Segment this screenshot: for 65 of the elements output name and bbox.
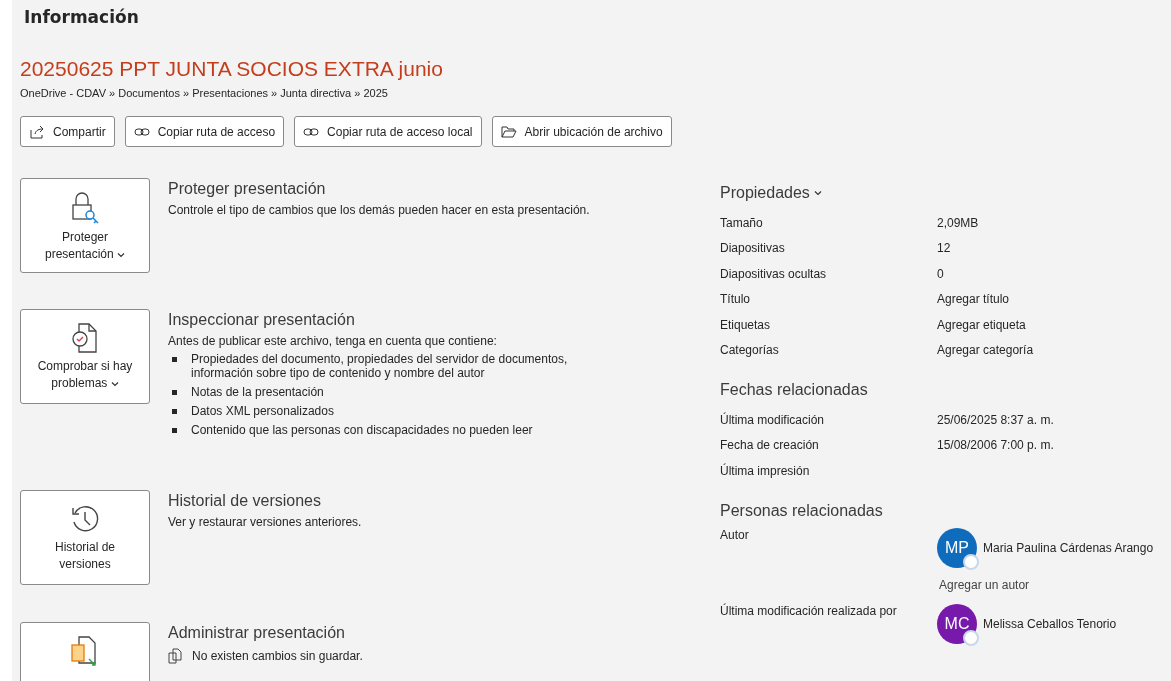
link-icon <box>133 125 150 138</box>
add-author-link[interactable]: Agregar un autor <box>937 577 1171 592</box>
date-label: Última impresión <box>720 463 811 478</box>
action-button[interactable]: Compartir <box>20 116 115 147</box>
property-label: Tamaño <box>720 215 764 230</box>
bullet-icon <box>172 409 177 414</box>
property-label: Categorías <box>720 343 780 358</box>
section-title: Proteger presentación <box>168 180 327 198</box>
property-label: Título <box>720 292 751 307</box>
date-label: Última modificación <box>720 412 826 427</box>
section-card-button[interactable]: Comprobar si hay problemas <box>20 309 150 404</box>
date-value: 25/06/2025 8:37 a. m. <box>937 412 1055 427</box>
presence-icon <box>963 629 979 646</box>
presence-icon <box>963 553 979 570</box>
property-value: 0 <box>937 266 945 281</box>
section-card-button[interactable]: Proteger presentación <box>20 178 150 273</box>
bullet-icon <box>172 390 177 395</box>
status-note: No existen cambios sin guardar. <box>192 649 363 663</box>
bullet-icon <box>172 357 177 362</box>
action-button[interactable]: Copiar ruta de acceso <box>124 116 285 147</box>
document-title: 20250625 PPT JUNTA SOCIOS EXTRA junio <box>20 57 444 81</box>
bullet-text: Notas de la presentación <box>191 385 324 399</box>
property-label: Etiquetas <box>720 317 772 332</box>
chevron-down-icon <box>813 190 822 196</box>
avatar[interactable]: MP <box>937 527 977 568</box>
section-description: Ver y restaurar versiones anteriores. <box>168 515 362 529</box>
bullet-text: Propiedades del documento, propiedades del servidor de documentos, información sobre tipo de contenido y nombre del autor <box>191 352 569 380</box>
property-value: Agregar etiqueta <box>937 317 1027 332</box>
section-title: Administrar presentación <box>168 624 346 642</box>
share-icon <box>29 123 45 140</box>
person-name: Melissa Ceballos Tenorio <box>983 616 1117 631</box>
person-name: Maria Paulina Cárdenas Arango <box>983 540 1154 555</box>
properties-heading[interactable]: Propiedades <box>720 184 810 202</box>
section-card-button[interactable]: Historial de versiones <box>20 490 150 585</box>
section-description: Antes de publicar este archivo, tenga en cuenta que contiene: <box>168 334 498 348</box>
section-description: Controle el tipo de cambios que los demás pueden hacer en esta presentación. <box>168 203 590 217</box>
documents-icon <box>168 648 182 664</box>
action-button[interactable]: Copiar ruta de acceso local <box>294 116 482 147</box>
action-button[interactable]: Abrir ubicación de archivo <box>491 116 672 147</box>
bullet-text: Contenido que las personas con discapacidades no pueden leer <box>191 423 533 437</box>
property-label: Diapositivas ocultas <box>720 266 828 281</box>
bullet-icon <box>172 428 177 433</box>
dates-heading: Fechas relacionadas <box>720 381 868 399</box>
property-value: 12 <box>937 241 952 256</box>
chevron-down-icon <box>110 381 119 387</box>
document-check-icon <box>70 322 100 354</box>
people-label: Última modificación realizada por <box>720 603 898 620</box>
section-title: Inspeccionar presentación <box>168 311 356 329</box>
chevron-down-icon <box>117 252 126 258</box>
date-label: Fecha de creación <box>720 438 820 453</box>
lock-key-icon <box>70 191 100 225</box>
people-label: Autor <box>720 527 750 544</box>
page-title: Información <box>23 6 140 29</box>
avatar[interactable]: MC <box>937 603 977 644</box>
property-value: Agregar título <box>937 292 1011 307</box>
date-value: 15/08/2006 7:00 p. m. <box>937 438 1055 453</box>
link-icon <box>303 125 320 138</box>
property-label: Diapositivas <box>720 241 786 256</box>
file-path: OneDrive - CDAV » Documentos » Presentaciones » Junta directiva » 2025 <box>20 87 389 99</box>
property-value: Agregar categoría <box>937 343 1035 358</box>
section-title: Historial de versiones <box>168 492 322 510</box>
folder-icon <box>500 124 517 139</box>
property-value: 2,09MB <box>937 215 980 230</box>
people-heading: Personas relacionadas <box>720 501 883 520</box>
bullet-text: Datos XML personalizados <box>191 404 334 418</box>
